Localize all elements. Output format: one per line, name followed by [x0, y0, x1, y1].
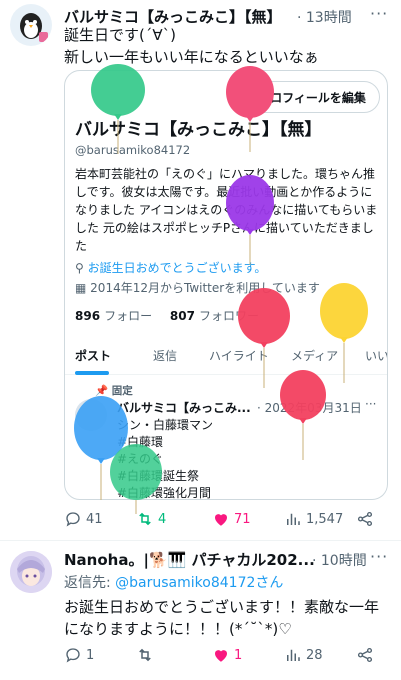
tweet-2-actions: 1 1 28: [0, 646, 401, 670]
like-button[interactable]: 71: [212, 510, 251, 528]
active-tab-indicator: [75, 371, 109, 375]
more-icon[interactable]: ···: [370, 4, 388, 23]
balloon-purple-icon: [226, 175, 274, 265]
views-button[interactable]: 28: [284, 646, 323, 664]
share-icon: [357, 511, 373, 527]
retweet-button[interactable]: [136, 646, 158, 664]
like-count: 1: [234, 647, 243, 663]
reply-to-handle[interactable]: @barusamiko84172さん: [115, 575, 283, 591]
balloon-pink-icon: [226, 66, 274, 152]
more-icon[interactable]: ···: [370, 547, 388, 566]
reply-icon: [66, 512, 80, 527]
reply-count: 1: [86, 647, 95, 663]
tweet-2[interactable]: Nanoha。|🐕🎹 パチャカル202... · 10時間 ··· 返信先: @…: [0, 541, 401, 680]
heart-icon: [215, 650, 227, 662]
tweet-1-actions: 41 4 71 1,547: [0, 510, 401, 534]
retweet-button[interactable]: 4: [136, 510, 166, 528]
reply-to-prefix: 返信先:: [64, 575, 116, 591]
balloon-green-small-icon: [110, 444, 162, 514]
heart-icon: [215, 514, 227, 526]
tweet-time[interactable]: · 10時間: [312, 550, 367, 570]
balloon-red-small-icon: [280, 370, 326, 460]
views-button[interactable]: 1,547: [284, 510, 343, 528]
balloon-yellow-icon: [320, 283, 368, 383]
author-name[interactable]: Nanoha。|🐕🎹 パチャカル202...: [64, 549, 315, 570]
following-count: 896: [75, 309, 101, 323]
views-count: 1,547: [306, 511, 344, 527]
like-button[interactable]: 1: [212, 646, 242, 664]
retweet-count: 4: [158, 511, 167, 527]
pinned-author-name: バルサミコ【みっこみ...: [117, 401, 251, 415]
share-button[interactable]: [356, 510, 378, 528]
reply-to-line: 返信先: @barusamiko84172さん: [64, 572, 283, 592]
views-count: 28: [306, 647, 323, 663]
like-count: 71: [234, 511, 251, 527]
share-button[interactable]: [356, 646, 378, 664]
avatar[interactable]: [10, 551, 52, 593]
reply-icon: [66, 648, 80, 663]
tweet-text: お誕生日おめでとうございます！！素敵な一年 になりますように！！！(*´˘`*)…: [64, 598, 380, 638]
following-label: フォロー: [104, 309, 153, 323]
avatar[interactable]: [10, 4, 52, 46]
tweet-1[interactable]: バルサミコ【みっこみこ】【無】 · 13時間 ··· 誕生日です(´∀`) 新し…: [0, 0, 401, 540]
share-icon: [357, 647, 373, 663]
sub-more-icon: ···: [365, 397, 377, 411]
retweet-icon: [139, 512, 151, 526]
reply-count: 41: [86, 511, 103, 527]
views-icon: [287, 649, 300, 661]
balloon-green-icon: [91, 64, 145, 154]
followers-count: 807: [169, 309, 195, 323]
calendar-icon: ▦: [75, 281, 87, 295]
tab-posts: ポスト: [75, 349, 112, 363]
tab-replies: 返信: [153, 349, 178, 363]
timeline: バルサミコ【みっこみこ】【無】 · 13時間 ··· 誕生日です(´∀`) 新し…: [0, 0, 401, 680]
tweet-text: 誕生日です(´∀`) 新しい一年もいい年になるといいなぁ: [64, 26, 319, 66]
reply-button[interactable]: 41: [64, 510, 103, 528]
location-icon: ⚲: [75, 261, 84, 275]
views-icon: [287, 513, 300, 525]
reply-button[interactable]: 1: [64, 646, 94, 664]
retweet-icon: [139, 648, 151, 662]
